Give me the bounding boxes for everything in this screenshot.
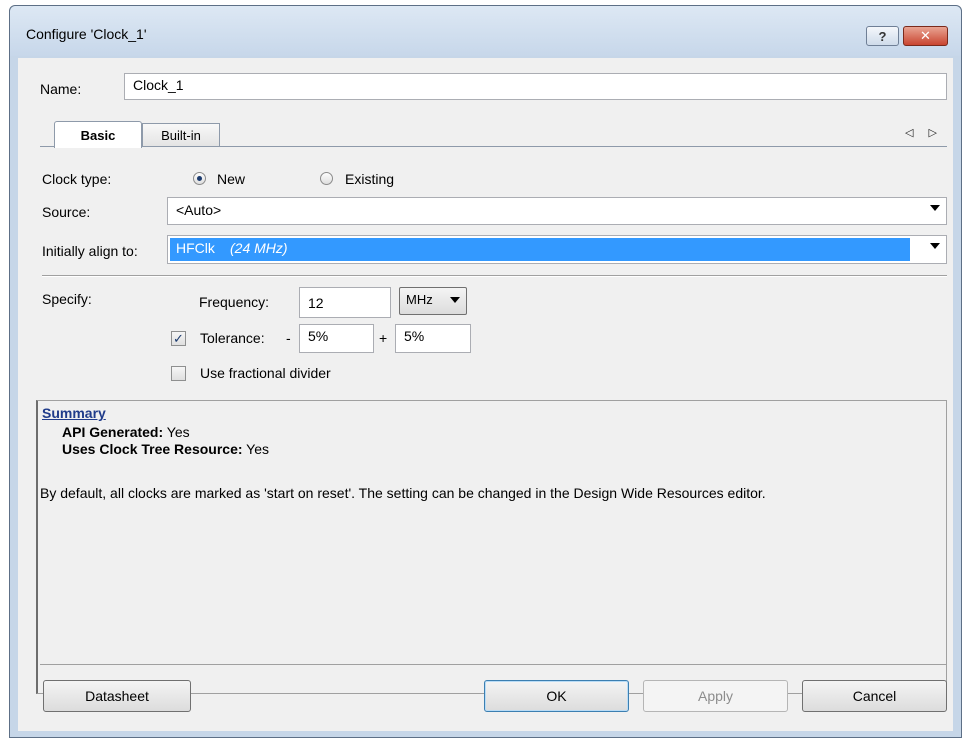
frequency-value: 12 [308, 295, 324, 311]
checkmark-icon: ✓ [173, 331, 184, 346]
api-generated-line: API Generated: Yes [62, 424, 190, 440]
api-generated-label: API Generated: [62, 424, 164, 440]
radio-new-label[interactable]: New [217, 171, 245, 187]
align-value: HFClk [176, 240, 215, 256]
dropdown-arrow-icon [450, 297, 460, 303]
align-value-note: (24 MHz) [230, 240, 288, 256]
close-button[interactable]: ✕ [903, 26, 948, 46]
apply-button-label: Apply [697, 688, 734, 704]
frequency-input[interactable]: 12 [299, 287, 391, 318]
ok-button-label: OK [546, 688, 567, 704]
ok-button[interactable]: OK [484, 680, 629, 712]
align-combo[interactable]: HFClk (24 MHz) [167, 235, 947, 264]
radio-existing-label[interactable]: Existing [345, 171, 394, 187]
tolerance-minus-sign: - [286, 330, 291, 346]
specify-label: Specify: [42, 291, 92, 307]
frequency-label: Frequency: [199, 294, 270, 310]
radio-new-indicator-icon[interactable] [193, 172, 206, 185]
tab-built-in[interactable]: Built-in [142, 123, 220, 147]
question-icon: ? [878, 28, 887, 44]
datasheet-button-label: Datasheet [85, 688, 149, 704]
align-label: Initially align to: [42, 243, 138, 259]
tolerance-plus-input[interactable]: 5% [395, 324, 471, 353]
tolerance-minus-value: 5% [308, 328, 329, 344]
window-title: Configure 'Clock_1' [26, 26, 147, 42]
clock-tree-value: Yes [246, 441, 270, 457]
summary-panel: Summary API Generated: Yes Uses Clock Tr… [36, 400, 947, 694]
tab-label: Built-in [161, 128, 201, 143]
name-label: Name: [40, 81, 82, 97]
section-divider-highlight [42, 276, 947, 277]
source-combo[interactable]: <Auto> [167, 197, 947, 225]
fractional-divider-label[interactable]: Use fractional divider [200, 365, 331, 381]
tolerance-label: Tolerance: [200, 330, 265, 346]
source-label: Source: [42, 204, 91, 220]
datasheet-button[interactable]: Datasheet [43, 680, 191, 712]
name-input[interactable]: Clock_1 [124, 73, 947, 100]
cancel-button[interactable]: Cancel [802, 680, 947, 712]
source-value: <Auto> [176, 202, 222, 218]
tolerance-minus-input[interactable]: 5% [299, 324, 374, 353]
name-value: Clock_1 [133, 77, 184, 93]
tolerance-plus-value: 5% [404, 328, 425, 344]
clock-type-label: Clock type: [42, 171, 112, 187]
tab-label: Basic [80, 127, 116, 143]
dialog-client-area: Name: Clock_1 Built-in Basic ◁ ▷ Clock t… [18, 58, 953, 731]
tab-scroll-arrows-icon[interactable]: ◁ ▷ [905, 126, 943, 139]
button-row-divider [40, 664, 947, 665]
tab-basic[interactable]: Basic [54, 121, 142, 148]
apply-button[interactable]: Apply [643, 680, 788, 712]
title-bar: Configure 'Clock_1' ? ✕ [10, 6, 961, 56]
frequency-unit-dropdown[interactable]: MHz [399, 287, 467, 315]
close-icon: ✕ [920, 28, 931, 43]
clock-tree-label: Uses Clock Tree Resource: [62, 441, 243, 457]
dropdown-arrow-icon [930, 243, 940, 249]
api-generated-value: Yes [166, 424, 190, 440]
dialog-window: Configure 'Clock_1' ? ✕ Name: Clock_1 Bu… [9, 5, 962, 738]
frequency-unit-value: MHz [406, 292, 433, 307]
summary-note: By default, all clocks are marked as 'st… [40, 485, 766, 501]
clock-tree-line: Uses Clock Tree Resource: Yes [62, 441, 269, 457]
tolerance-plus-sign: + [379, 330, 388, 346]
align-selection-highlight: HFClk (24 MHz) [170, 238, 910, 261]
help-button[interactable]: ? [866, 26, 899, 46]
cancel-button-label: Cancel [852, 688, 897, 704]
basic-tab-panel: Clock type: New Existing Source: <Auto> … [36, 147, 947, 731]
summary-link[interactable]: Summary [42, 405, 106, 421]
radio-existing-indicator-icon[interactable] [320, 172, 333, 185]
dropdown-arrow-icon [930, 205, 940, 211]
fractional-divider-checkbox[interactable] [171, 366, 186, 381]
tolerance-checkbox[interactable]: ✓ [171, 331, 186, 346]
